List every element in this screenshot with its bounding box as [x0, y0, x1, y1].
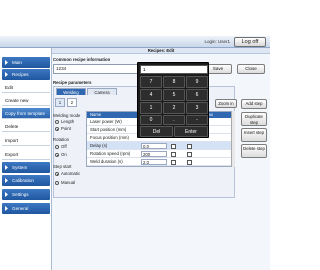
user-label: Login: User1	[204, 39, 230, 44]
step-tab-2[interactable]: 2	[67, 98, 77, 107]
radio-manual-label: Manual	[61, 180, 76, 185]
row-name: Weld duration (s)	[90, 159, 123, 164]
keypad-input[interactable]: 1	[140, 65, 208, 74]
nav-calibration[interactable]: Calibration	[2, 175, 50, 186]
key-5[interactable]: 5	[163, 89, 185, 101]
nav-settings[interactable]: Settings	[2, 189, 50, 200]
close-button[interactable]: Close	[237, 64, 265, 74]
sidebar: Main Recipes Edit Create new Copy from t…	[0, 48, 52, 270]
nav-system[interactable]: System	[2, 162, 50, 173]
key-2[interactable]: 2	[163, 102, 185, 114]
key-minus[interactable]: -	[186, 115, 208, 125]
nav-main[interactable]: Main	[2, 57, 50, 68]
recipe-parameters-label: Recipe parameters	[53, 80, 92, 85]
top-bar: Login: User1 Log off	[0, 36, 270, 48]
rotation-label: Rotation	[53, 137, 70, 142]
numeric-keypad: 1 7 8 9 4 5 6 1 2 3 0 . - Del Enter	[137, 62, 209, 138]
add-step-button[interactable]: Add step	[241, 99, 267, 109]
row-checkbox[interactable]	[171, 151, 176, 157]
radio-rotation-off[interactable]	[55, 145, 59, 149]
table-scrollbar[interactable]	[231, 111, 235, 167]
delete-step-button[interactable]: Delete step	[241, 144, 267, 158]
table-row[interactable]: Rotation speed (rpm) 200	[87, 150, 234, 158]
row-checkbox[interactable]	[187, 143, 192, 149]
table-row[interactable]: Delay (s) 0.0	[87, 142, 234, 150]
key-8[interactable]: 8	[163, 76, 185, 88]
row-name: Delay (s)	[90, 143, 108, 148]
tab-camera[interactable]: Camera	[87, 88, 117, 95]
key-decimal[interactable]: .	[163, 115, 185, 125]
row-checkbox[interactable]	[187, 151, 192, 157]
row-value-input[interactable]: 2.0	[141, 159, 167, 165]
key-9[interactable]: 9	[186, 76, 208, 88]
sidebar-item-import[interactable]: Import	[2, 135, 50, 146]
radio-length[interactable]	[55, 120, 59, 124]
sidebar-item-create-new[interactable]: Create new	[2, 95, 50, 106]
radio-point[interactable]	[55, 127, 59, 131]
key-0[interactable]: 0	[140, 115, 162, 125]
zoom-in-button[interactable]: Zoom in	[215, 99, 237, 108]
radio-manual[interactable]	[55, 181, 59, 185]
radio-rotation-on[interactable]	[55, 153, 59, 157]
row-name: Start position (mm)	[90, 127, 127, 132]
row-name: Rotation speed (rpm)	[90, 151, 131, 156]
radio-length-label: Length	[61, 119, 75, 124]
key-del[interactable]: Del	[140, 126, 173, 137]
key-1[interactable]: 1	[140, 102, 162, 114]
sidebar-item-delete[interactable]: Delete	[2, 121, 50, 132]
row-value-input[interactable]: 200	[141, 151, 167, 157]
row-checkbox[interactable]	[171, 143, 176, 149]
insert-step-button[interactable]: Insert step	[241, 128, 267, 142]
tab-welding[interactable]: Welding	[56, 88, 86, 95]
row-name: Laser power (W)	[90, 119, 122, 124]
row-value-input[interactable]: 0.0	[141, 143, 167, 149]
radio-rotation-off-label: Off	[61, 144, 67, 149]
key-3[interactable]: 3	[186, 102, 208, 114]
sidebar-item-edit[interactable]: Edit	[2, 82, 50, 93]
key-7[interactable]: 7	[140, 76, 162, 88]
logoff-button[interactable]: Log off	[234, 37, 266, 47]
radio-rotation-on-label: On	[61, 152, 67, 157]
nav-recipes[interactable]: Recipes	[2, 69, 50, 80]
row-checkbox[interactable]	[187, 159, 192, 165]
key-6[interactable]: 6	[186, 89, 208, 101]
duplicate-step-button[interactable]: Duplicate step	[241, 112, 267, 126]
sidebar-item-export[interactable]: Export	[2, 149, 50, 160]
row-checkbox[interactable]	[171, 159, 176, 165]
key-4[interactable]: 4	[140, 89, 162, 101]
welding-mode-label: Welding mode	[53, 113, 81, 118]
key-enter[interactable]: Enter	[174, 126, 208, 137]
step-tab-1[interactable]: 1	[55, 98, 65, 107]
common-recipe-info-label: Common recipe information	[53, 57, 111, 62]
sidebar-item-copy-from-template[interactable]: Copy from template	[2, 108, 50, 119]
radio-point-label: Point	[61, 126, 71, 131]
step-start-label: Step start	[53, 164, 72, 169]
radio-automatic[interactable]	[55, 172, 59, 176]
nav-general[interactable]: General	[2, 203, 50, 214]
row-name: Focus position (mm)	[90, 135, 129, 140]
radio-automatic-label: Automatic	[61, 171, 81, 176]
table-row[interactable]: Weld duration (s) 2.0	[87, 158, 234, 166]
